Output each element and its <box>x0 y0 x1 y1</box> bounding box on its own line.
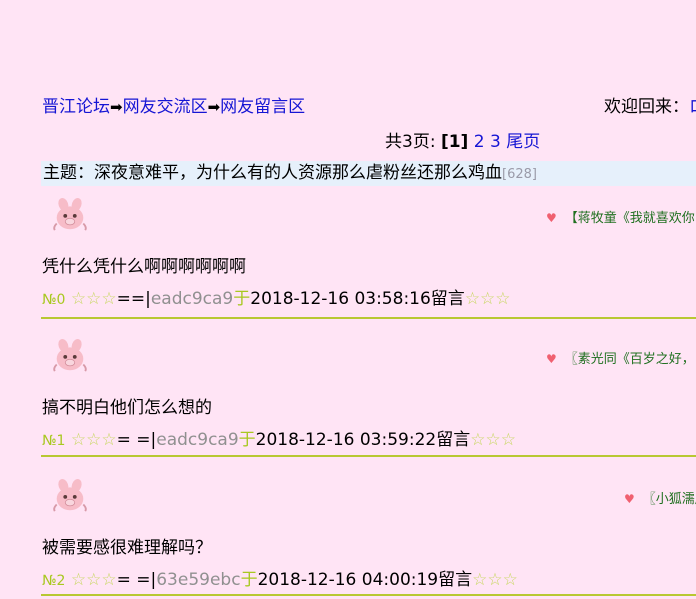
pagination-last[interactable]: 尾页 <box>506 132 540 152</box>
heart-icon: ♥ <box>546 211 557 225</box>
breadcrumb: 晋江论坛➡网友交流区➡网友留言区 <box>42 92 305 117</box>
signature-text: 【蒋牧童《我就喜欢你 <box>564 211 695 226</box>
welcome-message: 欢迎回来：ロ <box>604 92 696 117</box>
post-floor-number: №0 <box>42 292 66 308</box>
post-separator: = =| <box>116 570 157 590</box>
pagination: 共3页: [1] 2 3 尾页 <box>385 127 540 152</box>
post-signature: ♥ 〖素光同《百岁之好， <box>546 348 695 367</box>
post-author: eadc9ca9 <box>150 289 234 309</box>
star-icon: ☆☆☆ <box>472 570 518 590</box>
post-yu: 于 <box>240 570 258 590</box>
post-separator: = =| <box>116 430 157 450</box>
post-time: 2018-12-16 03:58:16留言 <box>250 289 465 309</box>
post-divider <box>41 317 696 319</box>
signature-text: 〖素光同《百岁之好， <box>564 352 695 367</box>
pagination-total: 共3页: <box>385 132 436 152</box>
post-meta: №2 ☆☆☆= =|63e59ebc于2018-12-16 04:00:19留言… <box>42 565 518 590</box>
breadcrumb-section-link[interactable]: 网友留言区 <box>220 97 305 117</box>
post-signature: ♥ 【蒋牧童《我就喜欢你 <box>546 207 695 226</box>
avatar-pig-icon <box>53 198 87 231</box>
signature-text: 〖小狐濡尾 <box>642 492 696 507</box>
heart-icon: ♥ <box>624 492 635 506</box>
star-icon: ☆☆☆ <box>470 430 516 450</box>
post-author: 63e59ebc <box>156 570 241 590</box>
post-yu: 于 <box>233 289 251 309</box>
post-time: 2018-12-16 03:59:22留言 <box>255 430 471 450</box>
star-icon: ☆☆☆ <box>70 289 117 309</box>
heart-icon: ♥ <box>546 352 557 366</box>
topic-title-bar: 主题：深夜意难平，为什么有的人资源那么虐粉丝还那么鸡血[628] <box>41 161 696 186</box>
breadcrumb-arrow-icon: ➡ <box>110 98 123 116</box>
welcome-text: 欢迎回来： <box>604 97 689 117</box>
pagination-page-2[interactable]: 2 <box>474 132 485 152</box>
post-floor-number: №1 <box>42 433 66 449</box>
post-meta: №0 ☆☆☆==|eadc9ca9于2018-12-16 03:58:16留言☆… <box>42 284 511 309</box>
breadcrumb-forum-link[interactable]: 晋江论坛 <box>42 97 110 117</box>
star-icon: ☆☆☆ <box>70 570 117 590</box>
post-content: 被需要感很难理解吗？ <box>42 538 212 558</box>
star-icon: ☆☆☆ <box>70 430 117 450</box>
topic-title: 主题：深夜意难平，为什么有的人资源那么虐粉丝还那么鸡血 <box>43 163 502 183</box>
star-icon: ☆☆☆ <box>464 289 511 309</box>
post-floor-number: №2 <box>42 573 66 589</box>
post-content: 搞不明白他们怎么想的 <box>42 398 212 418</box>
post-divider <box>41 455 696 457</box>
breadcrumb-board-link[interactable]: 网友交流区 <box>123 97 208 117</box>
post-signature: ♥ 〖小狐濡尾 <box>624 488 696 507</box>
pagination-current: [1] <box>440 132 469 152</box>
avatar-pig-icon <box>53 479 87 512</box>
post-meta: №1 ☆☆☆= =|eadc9ca9于2018-12-16 03:59:22留言… <box>42 425 516 450</box>
welcome-user-link[interactable]: ロ <box>689 97 696 117</box>
avatar-pig-icon <box>53 339 87 372</box>
topic-reply-count: [628] <box>502 167 537 182</box>
post-separator: ==| <box>116 289 151 309</box>
post-divider <box>41 594 696 596</box>
post-yu: 于 <box>238 430 256 450</box>
pagination-page-3[interactable]: 3 <box>490 132 501 152</box>
breadcrumb-arrow-icon: ➡ <box>207 98 221 116</box>
post-content: 凭什么凭什么啊啊啊啊啊啊 <box>42 257 246 277</box>
post-author: eadc9ca9 <box>156 430 239 450</box>
post-time: 2018-12-16 04:00:19留言 <box>257 570 473 590</box>
